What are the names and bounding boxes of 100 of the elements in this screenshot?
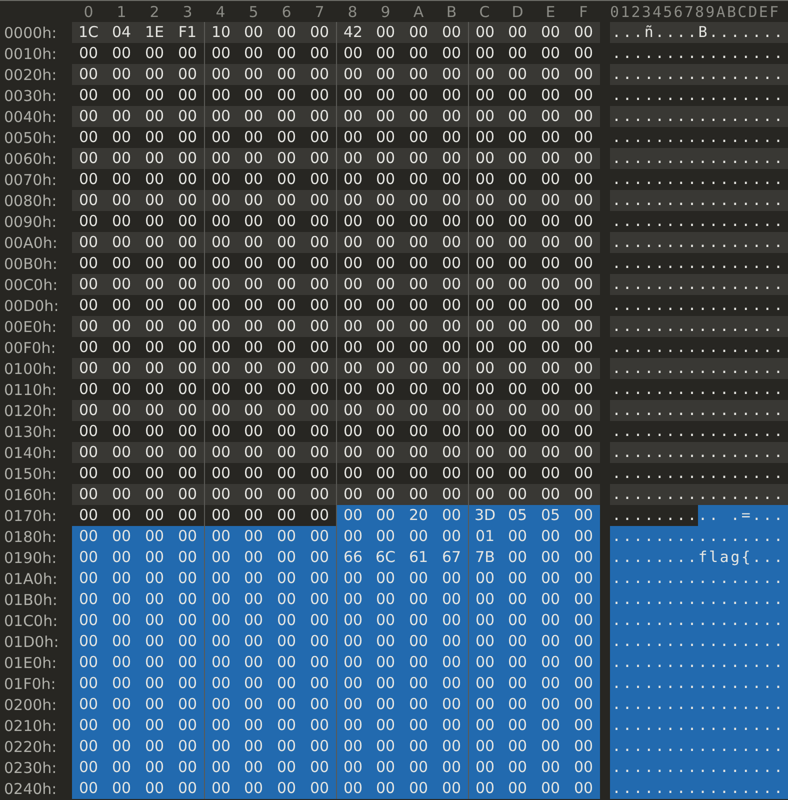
hex-byte: 00 (468, 757, 501, 778)
hex-byte: 00 (402, 400, 435, 421)
hex-byte: 00 (408, 43, 430, 64)
hex-byte: 00 (402, 673, 435, 694)
hex-byte: 00 (204, 106, 237, 127)
hex-byte: 00 (270, 526, 303, 547)
hex-byte: 00 (506, 421, 528, 442)
ascii-text: ................ (610, 400, 788, 421)
row-offset: 0010h: (4, 44, 57, 62)
hex-byte: 00 (336, 652, 369, 673)
column-header: 1 (116, 2, 128, 20)
hex-byte: 00 (144, 337, 166, 358)
row-offset: 0060h: (4, 150, 57, 168)
hex-byte: 00 (534, 22, 567, 43)
hex-byte: 00 (237, 190, 270, 211)
hex-byte: 00 (72, 484, 105, 505)
hex-byte: 00 (402, 316, 435, 337)
hex-byte: 00 (78, 379, 100, 400)
row-offset: 0190h: (4, 548, 57, 566)
hex-byte: 00 (138, 400, 171, 421)
hex-byte: 00 (138, 148, 171, 169)
row-offset: 0170h: (4, 506, 57, 524)
column-header: B (445, 2, 458, 20)
hex-byte: 00 (534, 778, 567, 799)
hex-byte: 00 (176, 421, 198, 442)
hex-byte: 00 (540, 253, 562, 274)
hex-byte: 00 (402, 631, 435, 652)
hex-byte: 00 (204, 715, 237, 736)
hex-byte: 00 (72, 64, 105, 85)
hex-byte: 00 (303, 673, 336, 694)
hex-byte: 00 (506, 127, 528, 148)
hex-byte: 00 (369, 736, 402, 757)
hex-byte: 00 (534, 589, 567, 610)
hex-byte: 00 (237, 484, 270, 505)
hex-byte: 00 (435, 148, 468, 169)
hex-byte: 00 (468, 274, 501, 295)
hex-byte: 00 (138, 652, 171, 673)
hex-byte: 00 (501, 484, 534, 505)
hex-byte: 00 (303, 106, 336, 127)
hex-byte: 00 (540, 43, 562, 64)
hex-byte: 00 (105, 547, 138, 568)
column-header: 5 (248, 2, 260, 20)
hex-byte: 00 (440, 295, 462, 316)
hex-byte: 00 (374, 127, 396, 148)
hex-byte: 00 (336, 736, 369, 757)
hex-byte: 00 (308, 337, 330, 358)
hex-byte: 00 (171, 64, 204, 85)
hex-byte: 00 (534, 484, 567, 505)
ascii-text: ................ (611, 421, 786, 442)
hex-byte: 00 (176, 295, 198, 316)
hex-byte: 00 (540, 127, 562, 148)
hex-byte: 00 (435, 442, 468, 463)
row-offset: 0210h: (4, 716, 57, 734)
hex-byte: 00 (171, 442, 204, 463)
hex-byte: 00 (110, 463, 132, 484)
hex-byte: 00 (435, 736, 468, 757)
hex-byte: 00 (270, 652, 303, 673)
hex-byte: 00 (402, 232, 435, 253)
row-offset: 0220h: (4, 738, 57, 756)
hex-byte: 00 (303, 148, 336, 169)
hex-byte: 00 (402, 442, 435, 463)
hex-byte: 00 (72, 715, 105, 736)
hex-byte: 00 (72, 673, 105, 694)
hex-byte: 00 (110, 295, 132, 316)
hex-byte: 7B (468, 547, 501, 568)
hex-byte: 00 (176, 211, 198, 232)
hex-byte: 00 (572, 379, 594, 400)
hex-byte: 00 (242, 421, 264, 442)
hex-byte: 00 (501, 400, 534, 421)
hex-byte: 00 (336, 106, 369, 127)
hex-byte: 00 (78, 127, 100, 148)
hex-byte: 00 (204, 484, 237, 505)
hex-byte: 00 (78, 337, 100, 358)
hex-byte: 00 (540, 379, 562, 400)
hex-byte: 00 (303, 316, 336, 337)
hex-byte: 00 (171, 232, 204, 253)
hex-byte: 00 (242, 43, 264, 64)
row-offset: 0070h: (4, 170, 57, 188)
row-offset: 0230h: (4, 758, 57, 776)
hex-byte: 00 (72, 736, 105, 757)
hex-byte: 00 (144, 379, 166, 400)
hex-byte: 00 (501, 106, 534, 127)
hex-byte: 00 (78, 253, 100, 274)
hex-byte: 00 (105, 442, 138, 463)
hex-byte: 00 (534, 736, 567, 757)
hex-byte: 00 (270, 232, 303, 253)
hex-byte: 00 (567, 652, 600, 673)
hex-byte: 00 (435, 484, 468, 505)
hex-byte: 00 (237, 316, 270, 337)
hex-byte: 00 (176, 127, 198, 148)
hex-byte: 00 (374, 85, 396, 106)
hex-byte: 00 (336, 610, 369, 631)
hex-byte: 00 (105, 736, 138, 757)
hex-byte: 00 (171, 736, 204, 757)
hex-byte: 10 (204, 22, 237, 43)
hex-byte: 00 (435, 106, 468, 127)
row-offset: 0200h: (4, 696, 57, 714)
hex-byte: 00 (237, 526, 270, 547)
hex-byte: 00 (501, 442, 534, 463)
hex-byte: 00 (336, 484, 369, 505)
